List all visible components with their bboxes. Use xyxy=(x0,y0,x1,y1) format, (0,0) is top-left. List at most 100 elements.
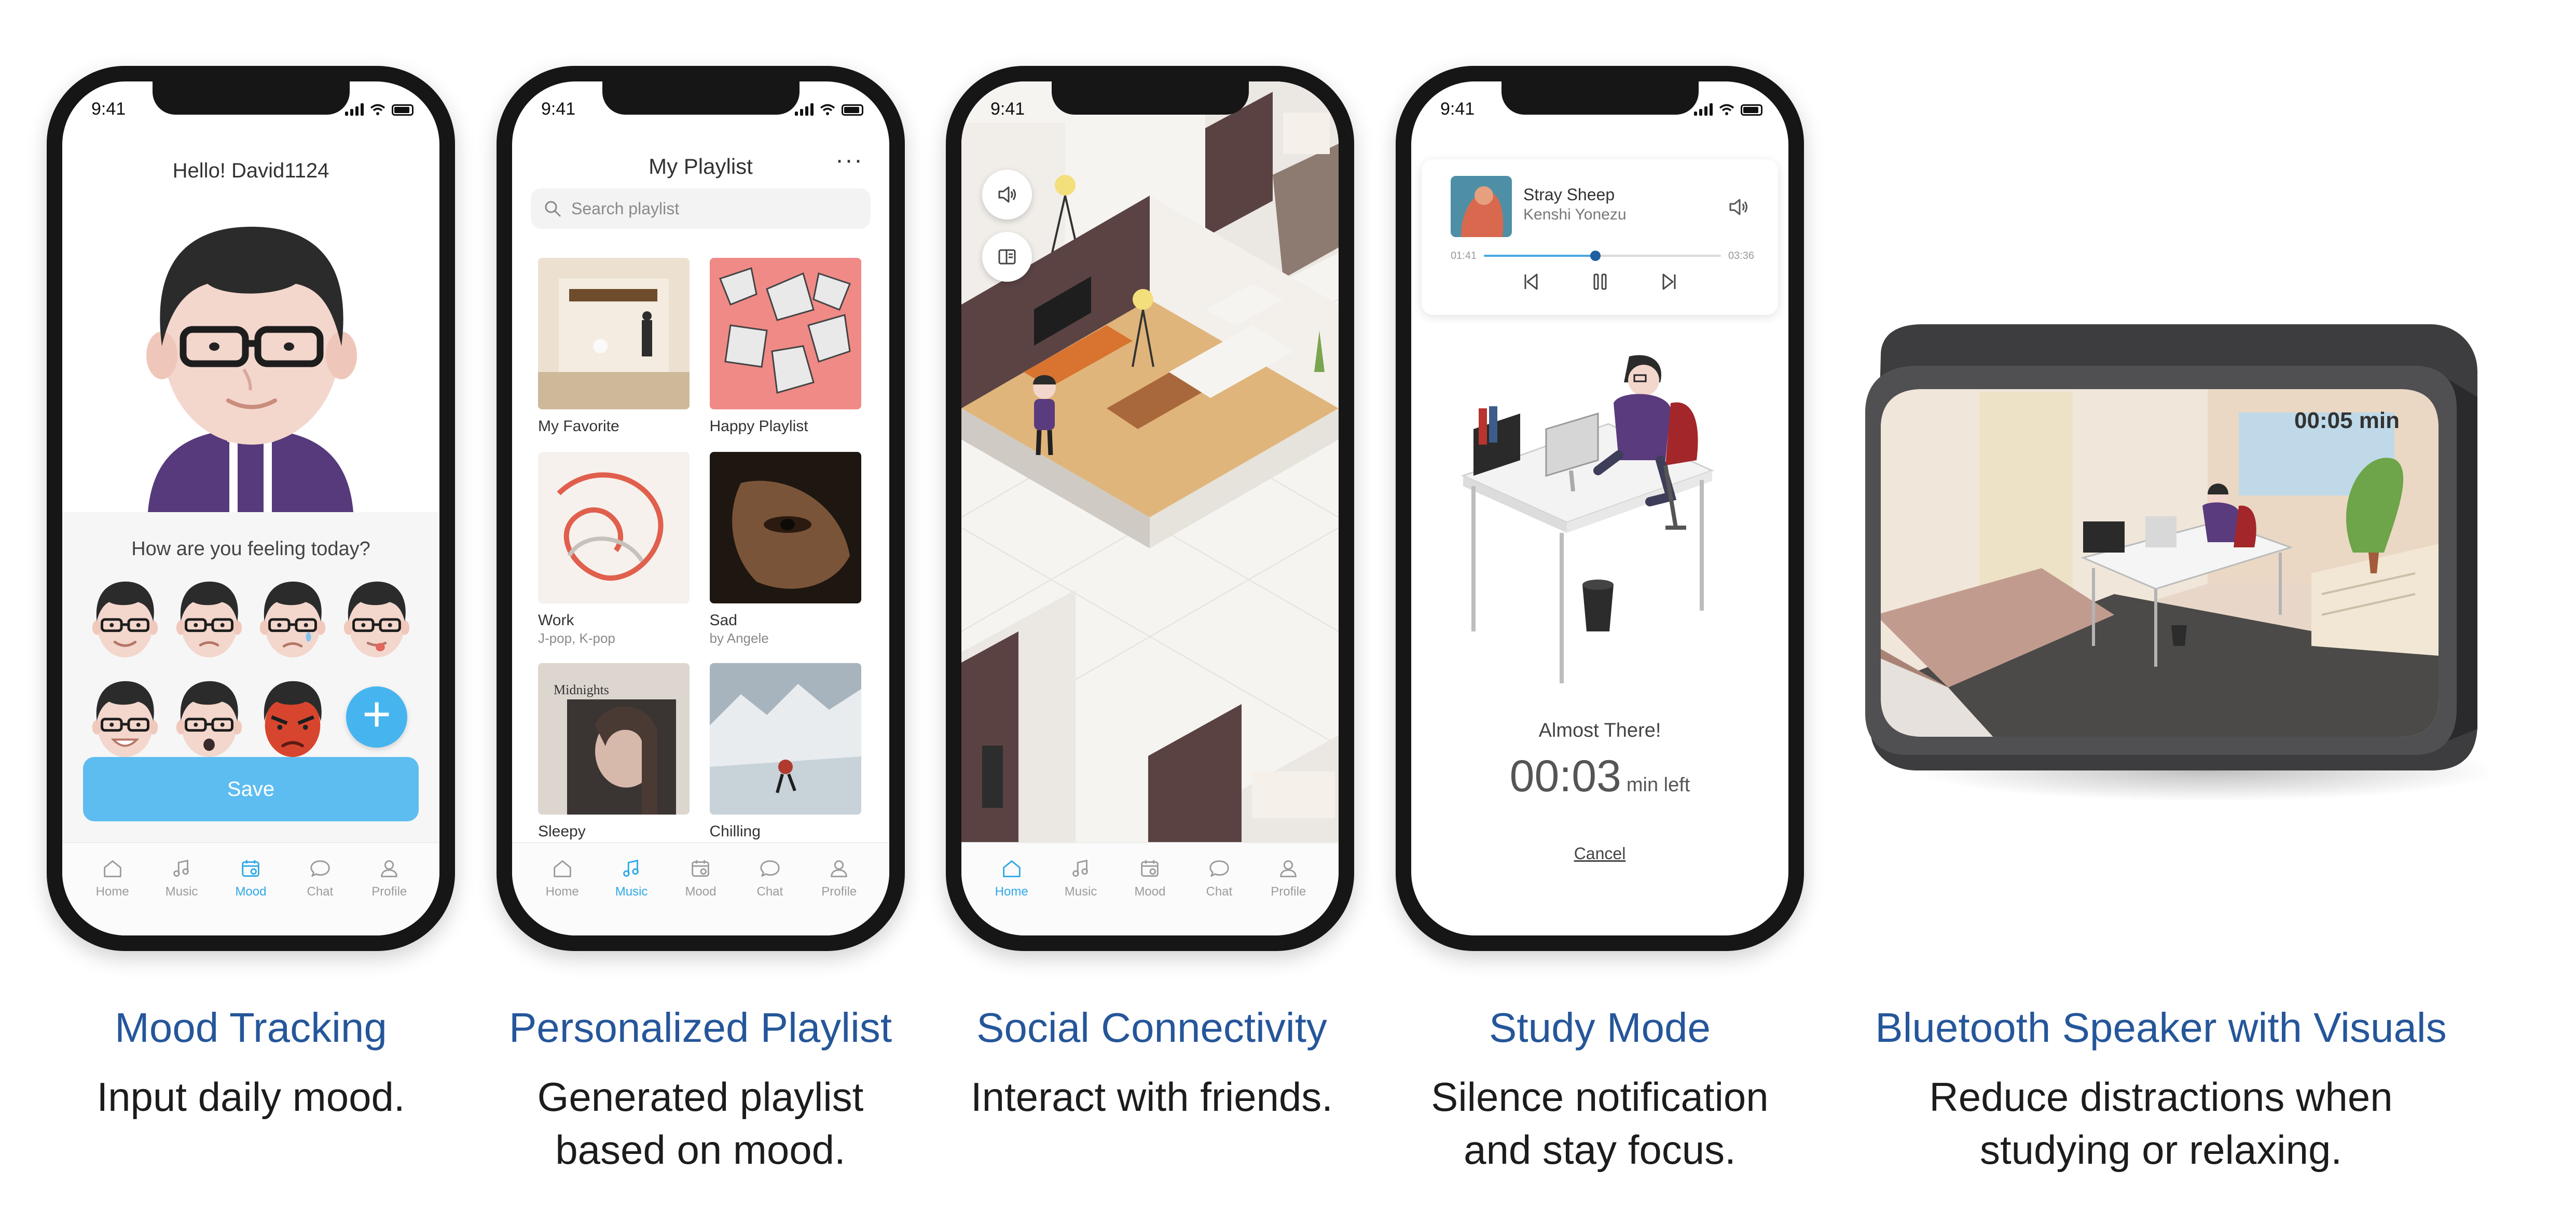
search-icon xyxy=(545,201,561,217)
search-placeholder: Search playlist xyxy=(571,199,680,218)
tab-label: Profile xyxy=(1271,885,1306,899)
caption-line: Interact with friends. xyxy=(971,1074,1333,1120)
tab-chat[interactable]: Chat xyxy=(739,857,801,935)
more-options-icon[interactable]: ··· xyxy=(835,146,863,174)
surprised-face-icon[interactable] xyxy=(170,674,248,761)
volume-icon[interactable] xyxy=(1726,195,1751,219)
page-title: My Playlist xyxy=(649,154,753,178)
neutral-face-icon[interactable] xyxy=(170,574,248,662)
cellular-signal-icon xyxy=(1694,103,1713,116)
tab-label: Home xyxy=(995,885,1028,899)
studying-illustration xyxy=(1442,341,1733,714)
caption-line: and stay focus. xyxy=(1464,1127,1736,1173)
caption-heading: Mood Tracking xyxy=(115,1004,387,1051)
sad-face-icon[interactable] xyxy=(254,574,332,662)
album-title: Sleepy xyxy=(538,823,586,840)
speaker-icon xyxy=(998,186,1016,203)
caption-bluetooth-speaker: Bluetooth Speaker with Visuals Reduce di… xyxy=(1837,1004,2485,1176)
tab-mood[interactable]: Mood xyxy=(1119,857,1181,935)
chat-icon xyxy=(308,857,332,880)
add-mood-button[interactable]: + xyxy=(346,686,408,748)
album-card[interactable]: Sad by Angele xyxy=(709,452,864,646)
status-bar: 9:41 xyxy=(512,99,889,120)
tab-profile[interactable]: Profile xyxy=(358,857,420,935)
caption-description: Input daily mood. xyxy=(47,1070,455,1123)
album-art xyxy=(1451,176,1512,237)
tab-label: Home xyxy=(95,885,129,899)
layout-toggle-button[interactable] xyxy=(982,232,1032,282)
save-button[interactable]: Save xyxy=(83,757,419,821)
tab-music[interactable]: Music xyxy=(150,857,213,935)
tab-mood[interactable]: Mood xyxy=(219,857,282,935)
next-track-icon[interactable] xyxy=(1657,269,1682,294)
tab-label: Home xyxy=(545,885,579,899)
tab-music[interactable]: Music xyxy=(1050,857,1112,935)
album-card[interactable]: My Favorite xyxy=(538,258,692,435)
smile-face-icon[interactable] xyxy=(86,674,164,761)
caption-social-connectivity: Social Connectivity Interact with friend… xyxy=(939,1004,1365,1123)
album-card[interactable]: Happy Playlist xyxy=(709,258,864,435)
tab-label: Chat xyxy=(756,885,783,899)
phone-social: 9:41 Home Music Mood Chat Profile xyxy=(946,66,1354,951)
caption-line: Silence notification xyxy=(1431,1074,1769,1120)
mood-face-grid: + xyxy=(83,574,419,761)
tab-chat[interactable]: Chat xyxy=(289,857,351,935)
album-grid: My Favorite Happy Playlist Work J-pop, K… xyxy=(538,258,863,841)
countdown-value: 00:03 xyxy=(1509,751,1621,801)
mood-question: How are you feeling today? xyxy=(131,538,370,560)
tab-label: Chat xyxy=(1206,885,1233,899)
caption-heading: Social Connectivity xyxy=(976,1004,1327,1051)
countdown-timer: 00:03 min left xyxy=(1411,751,1788,802)
album-cover xyxy=(538,258,690,409)
status-time: 9:41 xyxy=(91,99,126,119)
mood-screen: 9:41 Hello! David1124 How are you feelin… xyxy=(62,81,439,935)
chat-icon xyxy=(758,857,782,880)
tab-label: Music xyxy=(615,885,648,899)
playback-controls xyxy=(1422,269,1778,294)
home-icon xyxy=(1000,857,1024,880)
pause-icon[interactable] xyxy=(1588,269,1613,294)
album-card[interactable]: Midnights Sleepy xyxy=(538,663,692,841)
tab-home[interactable]: Home xyxy=(981,857,1043,935)
previous-track-icon[interactable] xyxy=(1518,269,1543,294)
cellular-signal-icon xyxy=(345,103,364,116)
wifi-icon xyxy=(820,103,835,116)
caption-mood-tracking: Mood Tracking Input daily mood. xyxy=(47,1004,455,1123)
caption-heading: Bluetooth Speaker with Visuals xyxy=(1875,1004,2447,1051)
caption-line: Generated playlist xyxy=(537,1074,864,1120)
speaker-timer-text: 00:05 min xyxy=(2294,408,2400,433)
profile-icon xyxy=(827,857,851,880)
mood-calendar-icon xyxy=(239,857,263,880)
silly-face-icon[interactable] xyxy=(338,574,416,662)
now-playing-card: Stray Sheep Kenshi Yonezu 01:41 03:36 xyxy=(1422,159,1778,315)
tab-label: Mood xyxy=(1134,885,1166,899)
bottom-nav: Home Music Mood Chat Profile xyxy=(62,842,439,935)
album-subtitle: by Angele xyxy=(709,630,769,646)
tab-home[interactable]: Home xyxy=(531,857,594,935)
phone-mood-tracking: 9:41 Hello! David1124 How are you feelin… xyxy=(47,66,455,951)
album-card[interactable]: Work J-pop, K-pop xyxy=(538,452,692,646)
cancel-link[interactable]: Cancel xyxy=(1411,844,1788,863)
caption-heading: Study Mode xyxy=(1489,1004,1711,1051)
album-card[interactable]: Chilling xyxy=(709,663,864,841)
album-title: Chilling xyxy=(709,823,761,840)
tab-profile[interactable]: Profile xyxy=(1257,857,1319,935)
progress-slider[interactable] xyxy=(1484,251,1721,261)
sound-toggle-button[interactable] xyxy=(982,170,1032,219)
caption-line: based on mood. xyxy=(555,1127,846,1173)
wifi-icon xyxy=(1719,103,1734,116)
happy-face-icon[interactable] xyxy=(86,574,164,662)
tab-music[interactable]: Music xyxy=(600,857,663,935)
search-input[interactable]: Search playlist xyxy=(531,188,871,229)
speaker-display-scene: 00:05 min xyxy=(1881,389,2439,737)
status-bar: 9:41 xyxy=(1411,99,1788,120)
progress-handle[interactable] xyxy=(1590,251,1601,261)
home-icon xyxy=(101,857,125,880)
countdown-unit: min left xyxy=(1626,774,1690,796)
tab-mood[interactable]: Mood xyxy=(669,857,732,935)
tab-chat[interactable]: Chat xyxy=(1188,857,1250,935)
angry-face-icon[interactable] xyxy=(254,674,332,761)
tab-home[interactable]: Home xyxy=(81,857,144,935)
tab-profile[interactable]: Profile xyxy=(808,857,870,935)
album-title: Work xyxy=(538,612,574,629)
